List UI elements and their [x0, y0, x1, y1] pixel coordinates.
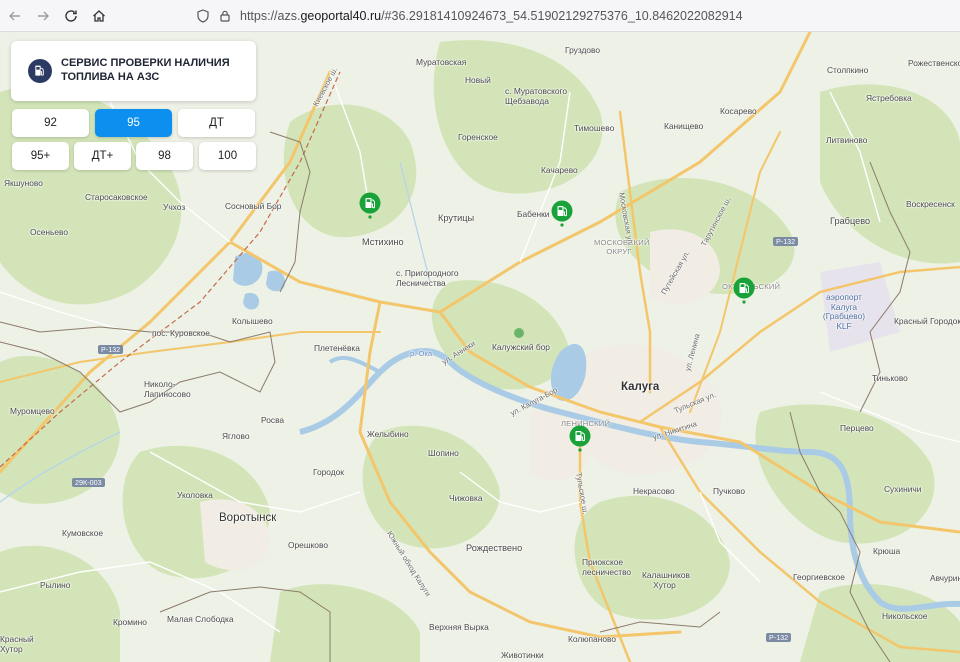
shield-icon — [196, 9, 210, 23]
map-label: Рылино — [40, 580, 71, 590]
map-label: Тимошево — [574, 123, 615, 133]
map-label: Бабенки — [517, 209, 550, 219]
map-label: Некрасово — [633, 486, 675, 496]
fuel-button-100[interactable]: 100 — [199, 142, 256, 170]
map-label: Ястребовка — [866, 93, 912, 103]
map-label: Столпкино — [827, 65, 869, 75]
map-label: Николо-Лапиносово — [144, 379, 191, 399]
fuel-button-dt[interactable]: ДТ — [178, 109, 255, 137]
map-label: Перцево — [840, 423, 874, 433]
river-label: р. Ока — [410, 349, 433, 358]
arrow-left-icon — [9, 11, 20, 20]
fuel-button-95[interactable]: 95 — [95, 109, 172, 137]
map-label: Росва — [261, 415, 285, 425]
map-label: Косарево — [720, 106, 757, 116]
gas-station-marker[interactable] — [568, 425, 592, 455]
map-label: Сосновый Бор — [225, 201, 282, 211]
road-shield: Р-132 — [766, 633, 792, 643]
map-label: Канищево — [664, 121, 704, 131]
map-label: Чижовка — [449, 493, 483, 503]
map-label: Крутицы — [438, 213, 475, 223]
home-button[interactable] — [86, 3, 112, 29]
service-title: СЕРВИС ПРОВЕРКИ НАЛИЧИЯ ТОПЛИВА НА АЗС — [61, 57, 230, 83]
map-label: Шопино — [428, 448, 459, 458]
map-label: Литвиново — [826, 135, 868, 145]
road-shield: 29К-003 — [72, 478, 105, 488]
map-label: Осеньево — [30, 227, 69, 237]
map-label: Старосаковское — [85, 192, 148, 202]
fuel-button-98[interactable]: 98 — [136, 142, 193, 170]
city-label-kaluga: Калуга — [621, 381, 660, 393]
map-label: Якшуново — [4, 178, 43, 188]
map-label: Калужский бор — [492, 342, 550, 352]
map-label: Никольское — [882, 611, 928, 621]
fuel-button-dt-plus[interactable]: ДТ+ — [74, 142, 131, 170]
road-shield: Р-132 — [773, 237, 799, 247]
map-label: Красный Городок — [894, 316, 960, 326]
map-label: Новый — [465, 75, 491, 85]
map-label: Кромино — [113, 617, 147, 627]
map-label: Городок — [313, 467, 344, 477]
district-label: МОСКОВСКИЙ ОКРУГ — [594, 238, 650, 256]
reload-button[interactable] — [58, 3, 84, 29]
map-label: Желыбино — [367, 429, 409, 439]
url-prefix: https://azs. — [240, 9, 301, 23]
gas-station-marker[interactable] — [358, 192, 382, 222]
back-button[interactable] — [2, 3, 28, 29]
reload-icon — [65, 9, 77, 22]
map-label: Тиньково — [872, 373, 908, 383]
map-label: Орешково — [288, 540, 328, 550]
map-label: Верхняя Вырка — [429, 622, 489, 632]
map-label: Георгиевское — [793, 572, 845, 582]
arrow-right-icon — [38, 11, 49, 20]
service-title-panel: СЕРВИС ПРОВЕРКИ НАЛИЧИЯ ТОПЛИВА НА АЗС — [11, 41, 256, 101]
map-label: Приокское лесничество — [582, 557, 632, 577]
map-label: Муратовская — [416, 57, 467, 67]
map-label: Колюпаново — [568, 634, 617, 644]
fuel-button-92[interactable]: 92 — [12, 109, 89, 137]
fuel-pump-icon — [28, 59, 52, 83]
map-label: Колышево — [232, 316, 273, 326]
map-label: Грабцево — [830, 216, 871, 226]
map-label: Калашников Хутор — [642, 570, 690, 590]
forward-button[interactable] — [30, 3, 56, 29]
gas-station-marker[interactable] — [550, 200, 574, 230]
map-label: Крюша — [873, 546, 901, 556]
map-label: Рождествено — [466, 543, 523, 553]
browser-toolbar: https://azs. geoportal40.ru/#36.291814109… — [0, 0, 960, 32]
home-icon — [93, 9, 105, 22]
map-label: Животинки — [501, 650, 544, 660]
map-label: Авчурин — [930, 573, 960, 583]
url-host: geoportal40.ru — [300, 9, 382, 23]
map-label: Уколовка — [177, 490, 213, 500]
map-label: Пучково — [713, 486, 745, 496]
map-label: Малая Слободка — [167, 614, 234, 624]
map-label: Плетенёвка — [314, 343, 360, 353]
map-label: Рожественское — [908, 58, 960, 68]
map-label: Красный Хутор — [0, 634, 34, 654]
map-label: Сухиничи — [884, 484, 922, 494]
map-label: Кумовское — [62, 528, 104, 538]
map-label: Муромцево — [10, 406, 55, 416]
map-label: Яглово — [222, 431, 250, 441]
map-label: Мстихино — [362, 237, 404, 247]
fuel-button-95-plus[interactable]: 95+ — [12, 142, 69, 170]
park-icon — [514, 328, 524, 338]
map-label: Воротынск — [219, 512, 277, 524]
gas-station-marker[interactable] — [732, 277, 756, 307]
map-label: пос. Куровское — [152, 328, 210, 338]
map-label: Горенское — [458, 132, 498, 142]
address-bar[interactable]: https://azs. geoportal40.ru/#36.291814109… — [196, 4, 960, 28]
map-label: Воскресенск — [906, 199, 955, 209]
road-shield: Р-132 — [98, 345, 124, 355]
airport-label: аэропорт Калуга (Грабцево) KLF — [822, 292, 866, 331]
url-rest: /#36.29181410924673_54.51902129275376_10… — [381, 9, 743, 23]
map-label: с. Муратовского Щебзавода — [505, 86, 568, 106]
map-label: Качарево — [541, 165, 578, 175]
map-label: Учхоз — [163, 202, 186, 212]
map-label: с. Пригородного Лесничества — [396, 268, 459, 288]
map-label: Груздово — [565, 45, 601, 55]
lock-icon — [218, 9, 232, 23]
